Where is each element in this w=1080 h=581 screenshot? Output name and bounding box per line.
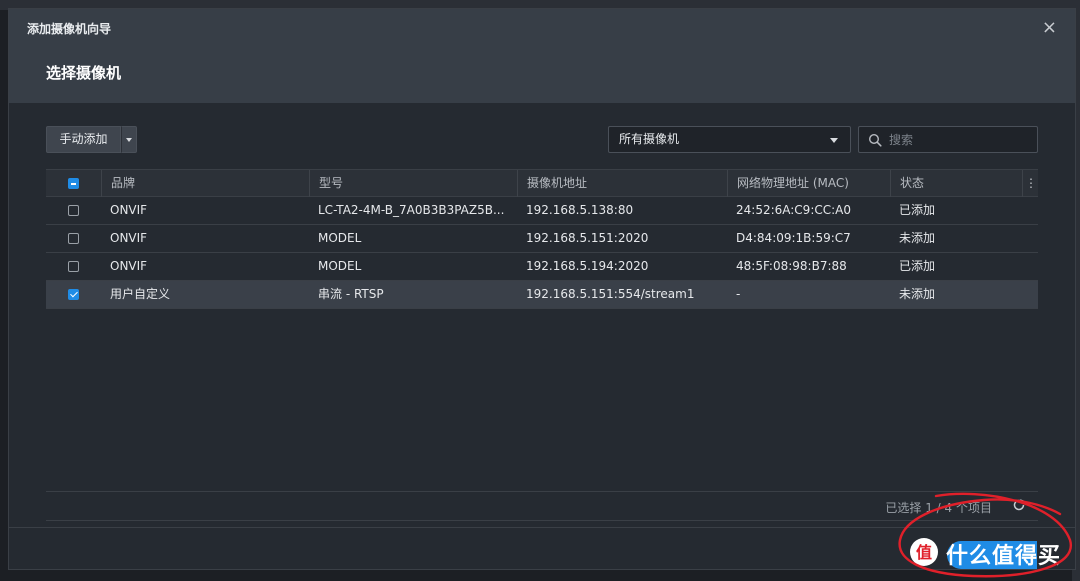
step-title: 选择摄像机 bbox=[46, 64, 122, 82]
row-check-cell[interactable] bbox=[46, 197, 101, 224]
add-camera-wizard-dialog: 添加摄像机向导 × 选择摄像机 手动添加 所有摄像机 搜索 品牌 型号 摄像机地… bbox=[8, 8, 1076, 570]
watermark-text: 什么值得买 bbox=[946, 544, 1062, 569]
row-checkbox[interactable] bbox=[68, 205, 79, 216]
cell-brand: 用户自定义 bbox=[110, 287, 171, 301]
refresh-icon[interactable] bbox=[1012, 498, 1026, 512]
close-icon[interactable]: × bbox=[1042, 19, 1057, 37]
search-icon bbox=[868, 133, 882, 147]
row-check-cell[interactable] bbox=[46, 253, 101, 280]
cell-brand: ONVIF bbox=[110, 231, 148, 245]
cell-status: 未添加 bbox=[899, 287, 936, 301]
watermark-logo: 值 bbox=[910, 538, 938, 566]
row-checkbox[interactable] bbox=[68, 233, 79, 244]
svg-text:值: 值 bbox=[916, 543, 932, 562]
column-options-icon[interactable]: ⋮ bbox=[1022, 170, 1039, 197]
cell-mac: D4:84:09:1B:59:C7 bbox=[736, 231, 851, 245]
cell-address: 192.168.5.138:80 bbox=[526, 203, 634, 217]
select-all-cell[interactable] bbox=[46, 170, 101, 197]
toolbar: 手动添加 所有摄像机 bbox=[46, 126, 1038, 154]
camera-table: 品牌 型号 摄像机地址 网络物理地址 (MAC) 状态 ⋮ ONVIF LC-T… bbox=[46, 169, 1038, 309]
camera-filter-select[interactable]: 所有摄像机 bbox=[608, 126, 851, 153]
manual-add-dropdown-button[interactable] bbox=[121, 126, 137, 153]
table-header-row: 品牌 型号 摄像机地址 网络物理地址 (MAC) 状态 ⋮ bbox=[46, 169, 1038, 197]
cell-address: 192.168.5.151:554/stream1 bbox=[526, 287, 695, 301]
cell-status: 已添加 bbox=[899, 259, 936, 273]
watermark: 值 什么值得买 bbox=[910, 536, 1070, 570]
cell-model: LC-TA2-4M-B_7A0B3B3PAZ5B... bbox=[318, 203, 505, 217]
column-header-model[interactable]: 型号 bbox=[309, 170, 517, 197]
cell-brand: ONVIF bbox=[110, 203, 148, 217]
manual-add-button[interactable]: 手动添加 bbox=[46, 126, 121, 153]
watermark-logo-icon: 值 bbox=[916, 543, 932, 562]
cell-brand: ONVIF bbox=[110, 259, 148, 273]
search-box[interactable] bbox=[858, 126, 1038, 153]
dialog-content: 手动添加 所有摄像机 品牌 型号 bbox=[46, 126, 1038, 521]
cell-mac: 24:52:6A:C9:CC:A0 bbox=[736, 203, 852, 217]
column-header-status[interactable]: 状态 bbox=[890, 170, 1022, 197]
search-input[interactable] bbox=[889, 131, 1029, 149]
cell-mac: 48:5F:08:98:B7:88 bbox=[736, 259, 847, 273]
chevron-down-icon bbox=[830, 138, 838, 143]
dialog-header: 添加摄像机向导 × 选择摄像机 bbox=[9, 9, 1075, 103]
column-header-address[interactable]: 摄像机地址 bbox=[517, 170, 727, 197]
table-row[interactable]: 用户自定义 串流 - RTSP 192.168.5.151:554/stream… bbox=[46, 281, 1038, 309]
camera-filter-value: 所有摄像机 bbox=[619, 132, 680, 146]
row-checkbox[interactable] bbox=[68, 261, 79, 272]
window-title: 添加摄像机向导 bbox=[27, 22, 112, 36]
cell-model: 串流 - RTSP bbox=[318, 287, 384, 301]
column-header-brand[interactable]: 品牌 bbox=[101, 170, 309, 197]
cell-status: 已添加 bbox=[899, 203, 936, 217]
selection-status: 已选择 1 / 4 个项目 bbox=[885, 501, 992, 515]
cell-mac: - bbox=[736, 287, 741, 301]
content-bottom-divider bbox=[46, 520, 1038, 521]
cell-address: 192.168.5.194:2020 bbox=[526, 259, 649, 273]
table-footer-divider bbox=[46, 491, 1038, 492]
row-checkbox[interactable] bbox=[68, 289, 79, 300]
chevron-down-icon bbox=[126, 138, 132, 142]
cell-status: 未添加 bbox=[899, 231, 936, 245]
select-all-checkbox[interactable] bbox=[68, 178, 79, 189]
table-row[interactable]: ONVIF LC-TA2-4M-B_7A0B3B3PAZ5B... 192.16… bbox=[46, 197, 1038, 225]
table-row[interactable]: ONVIF MODEL 192.168.5.151:2020 D4:84:09:… bbox=[46, 225, 1038, 253]
table-row[interactable]: ONVIF MODEL 192.168.5.194:2020 48:5F:08:… bbox=[46, 253, 1038, 281]
cell-model: MODEL bbox=[318, 259, 362, 273]
cell-address: 192.168.5.151:2020 bbox=[526, 231, 649, 245]
column-header-mac[interactable]: 网络物理地址 (MAC) bbox=[727, 170, 890, 197]
row-check-cell[interactable] bbox=[46, 225, 101, 252]
row-check-cell[interactable] bbox=[46, 281, 101, 308]
cell-model: MODEL bbox=[318, 231, 362, 245]
